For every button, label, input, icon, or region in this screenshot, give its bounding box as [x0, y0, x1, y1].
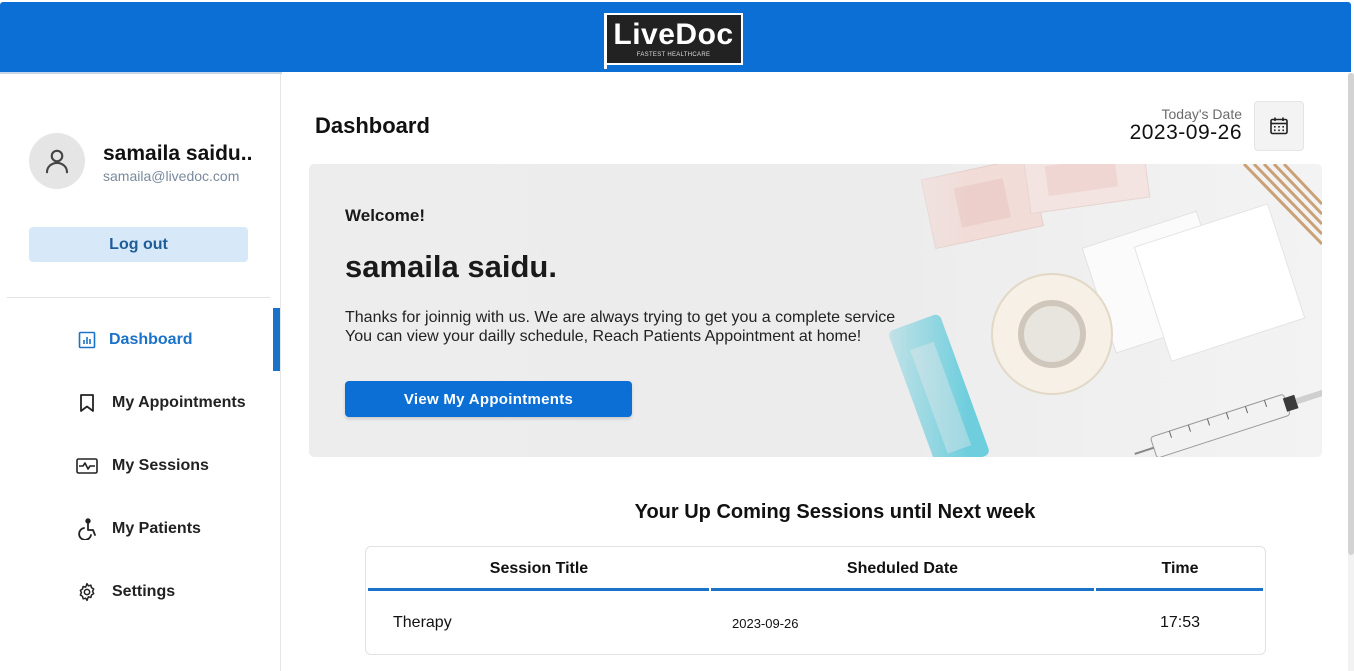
scrollbar-thumb[interactable] — [1348, 73, 1354, 555]
top-bar: LiveDoc FASTEST HEALTHCARE — [0, 2, 1351, 72]
calendar-icon — [1270, 117, 1288, 135]
sidebar-item-my-sessions[interactable]: My Sessions — [0, 434, 281, 497]
livedoc-logo[interactable]: LiveDoc FASTEST HEALTHCARE — [604, 13, 743, 69]
active-indicator — [273, 308, 280, 371]
upcoming-sessions-title: Your Up Coming Sessions until Next week — [634, 501, 1036, 523]
header-underline — [711, 588, 1094, 591]
sessions-icon — [76, 455, 98, 477]
gear-icon — [76, 581, 98, 603]
sidebar-item-my-patients[interactable]: My Patients — [0, 497, 281, 560]
sidebar-item-label: Settings — [112, 582, 176, 600]
column-header-scheduled-date: Sheduled Date — [846, 560, 959, 577]
welcome-heading: Welcome! — [345, 206, 425, 225]
bookmark-icon — [76, 392, 98, 414]
user-email: samaila@livedoc.com — [103, 168, 240, 184]
medical-supplies-image — [849, 164, 1322, 457]
sidebar-item-label: My Sessions — [112, 456, 209, 474]
sidebar-item-label: My Appointments — [112, 393, 246, 411]
logout-button[interactable]: Log out — [29, 227, 248, 262]
view-appointments-button[interactable]: View My Appointments — [345, 381, 632, 417]
user-icon — [45, 149, 69, 174]
date-value: 2023-09-26 — [1129, 121, 1242, 144]
hero-message-line-2: You can view your dailly schedule, Reach… — [345, 328, 862, 345]
session-title-cell: Therapy — [393, 614, 452, 631]
session-date-cell: 2023-09-26 — [732, 616, 799, 631]
date-label: Today's Date — [1161, 106, 1243, 122]
sidebar-item-label: Dashboard — [109, 330, 193, 348]
page-title: Dashboard — [315, 113, 430, 138]
avatar — [29, 133, 85, 189]
header-underline — [368, 588, 709, 591]
logo-tagline: FASTEST HEALTHCARE — [636, 52, 711, 58]
user-name: samaila saidu.. — [103, 142, 253, 165]
hero-message-line-1: Thanks for joinnig with us. We are alway… — [345, 309, 896, 326]
column-header-time: Time — [1161, 560, 1199, 577]
sessions-table: Session Title Sheduled Date Time Therapy… — [365, 546, 1266, 655]
dashboard-icon — [76, 329, 98, 351]
sidebar-item-my-appointments[interactable]: My Appointments — [0, 371, 281, 434]
sidebar: samaila saidu.. samaila@livedoc.com Log … — [0, 72, 282, 671]
sidebar-item-dashboard[interactable]: Dashboard — [0, 308, 281, 371]
sidebar-top-border — [0, 72, 282, 74]
calendar-button[interactable] — [1254, 101, 1304, 151]
sidebar-item-settings[interactable]: Settings — [0, 560, 281, 623]
sidebar-divider — [7, 297, 270, 298]
header-underline — [1096, 588, 1263, 591]
session-time-cell: 17:53 — [1160, 614, 1201, 631]
sidebar-item-label: My Patients — [112, 519, 201, 537]
accessibility-icon — [76, 517, 98, 540]
main-content: Dashboard Today's Date 2023-09-26 Welcom… — [282, 73, 1348, 671]
welcome-banner: Welcome! samaila saidu. Thanks for joinn… — [309, 164, 1322, 457]
column-header-session-title: Session Title — [489, 560, 589, 577]
logo-text: LiveDoc — [613, 18, 734, 51]
logo-corner-accent — [604, 13, 614, 69]
hero-user-name: samaila saidu. — [345, 249, 557, 284]
